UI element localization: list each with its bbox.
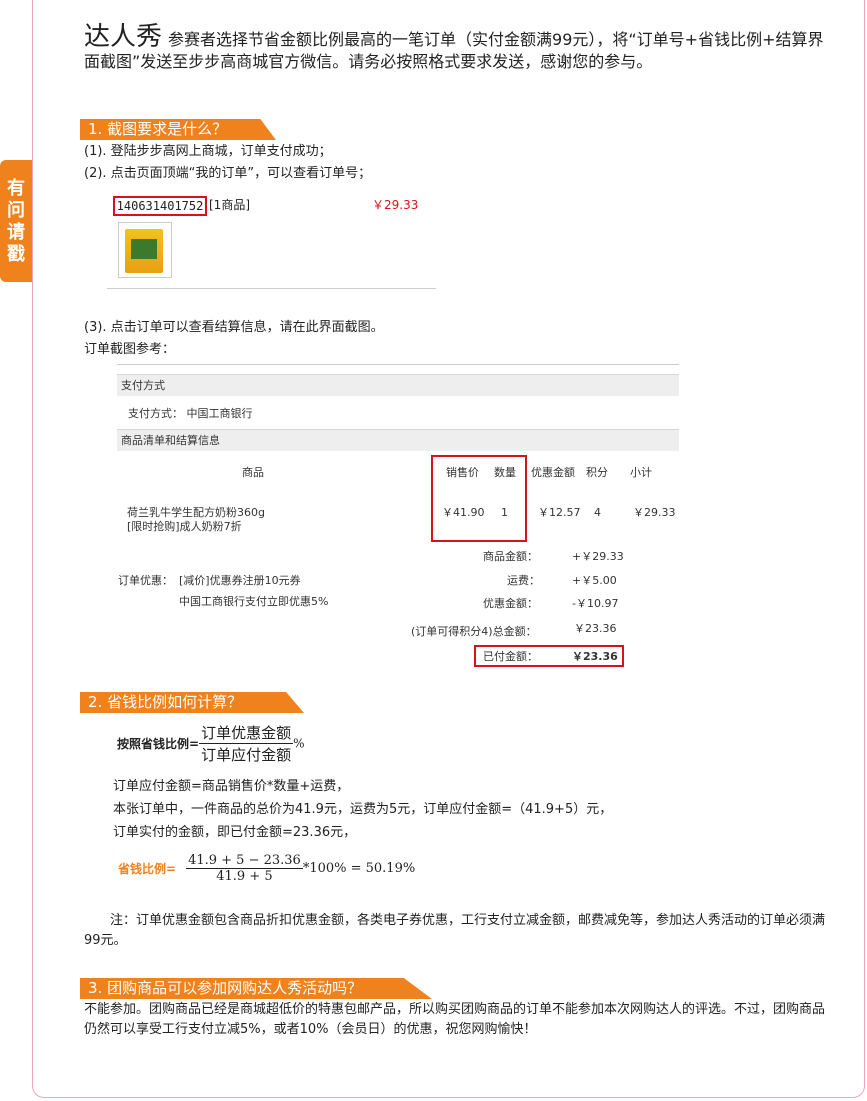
help-side-tab[interactable]: 有 问 请 戳: [0, 160, 32, 282]
formula-example: 省钱比例= 41.9 + 5 − 23.36 41.9 + 5 *100% = 50.…: [118, 853, 415, 884]
order-item-count: [1商品]: [209, 198, 250, 212]
formula-ratio-suffix: %: [293, 736, 305, 751]
col-points: 积分: [586, 466, 608, 479]
formula-ratio-numerator: 订单优惠金额: [199, 724, 294, 744]
side-tab-char: 问: [7, 200, 25, 221]
row-points: 4: [594, 506, 601, 519]
pay-method-header: 支付方式: [117, 374, 679, 396]
sum-total-label: (订单可得积分4)总金额：: [411, 625, 537, 638]
pay-method-value: 支付方式： 中国工商银行: [128, 407, 253, 420]
formula-ratio-denominator: 订单应付金额: [201, 746, 292, 764]
calc-line-2: 本张订单中，一件商品的总价为41.9元，运费为5元，订单应付金额=（41.9+5…: [113, 802, 613, 817]
intro-paragraph: 达人秀 参赛者选择节省金额比例最高的一笔订单（实付金额满99元），将“订单号+省钱…: [84, 24, 834, 73]
promo-coupon: [减价]优惠券注册10元券: [179, 574, 301, 587]
divider: [117, 364, 679, 365]
col-discount: 优惠金额: [531, 466, 575, 479]
calc-line-3: 订单实付的金额，即已付金额=23.36元，: [113, 825, 357, 840]
formula-example-label: 省钱比例=: [118, 862, 177, 876]
formula-ratio: 按照省钱比例= 订单优惠金额 订单应付金额%: [117, 722, 304, 765]
divider: [107, 288, 436, 289]
sum-total-value: ￥23.36: [574, 622, 617, 635]
side-tab-char: 请: [7, 222, 25, 243]
formula-example-result: *100% = 50.19%: [302, 861, 416, 876]
col-product: 商品: [242, 466, 264, 479]
side-tab-char: 戳: [7, 244, 25, 265]
goods-section-header: 商品清单和结算信息: [117, 429, 679, 451]
section-3-text: 不能参加。团购商品已经是商城超低价的特惠包邮产品，所以购买团购商品的订单不能参加…: [84, 1002, 826, 1037]
sum-discount-label: 优惠金额：: [483, 597, 538, 610]
section-2-banner: 2. 省钱比例如何计算？: [80, 692, 304, 713]
screenshot-ref-label: 订单截图参考：: [84, 342, 176, 357]
order-number-highlight: 140631401752: [113, 196, 207, 216]
product-thumbnail[interactable]: [118, 222, 172, 278]
formula-example-denominator: 41.9 + 5: [216, 869, 273, 884]
sum-goods-value: +￥29.33: [572, 550, 624, 563]
step-3-text: (3). 点击订单可以查看结算信息，请在此界面截图。: [84, 320, 384, 335]
intro-title: 达人秀: [84, 22, 163, 52]
calc-line-1: 订单应付金额=商品销售价*数量+运费，: [113, 779, 350, 794]
col-subtotal: 小计: [630, 466, 652, 479]
row-subtotal: ￥29.33: [633, 506, 676, 519]
sum-shipping-label: 运费：: [507, 574, 540, 587]
price-qty-highlight: [431, 455, 527, 542]
formula-example-numerator: 41.9 + 5 − 23.36: [186, 853, 303, 869]
paid-amount-highlight: [474, 645, 624, 667]
promo-label: 订单优惠：: [118, 574, 173, 587]
product-promo-tag: [限时抢购]成人奶粉7折: [127, 520, 242, 533]
step-1-text: (1). 登陆步步高网上商城，订单支付成功；: [84, 144, 332, 159]
section-3-banner: 3. 团购商品可以参加网购达人秀活动吗？: [80, 978, 432, 999]
intro-text: 参赛者选择节省金额比例最高的一笔订单（实付金额满99元），将“订单号+省钱比例+…: [84, 30, 824, 71]
order-amount: ￥29.33: [372, 198, 419, 212]
formula-ratio-label: 按照省钱比例=: [117, 737, 200, 751]
sum-shipping-value: +￥5.00: [572, 574, 617, 587]
step-2-text: (2). 点击页面顶端“我的订单”，可以查看订单号；: [84, 166, 372, 181]
promo-bank: 中国工商银行支付立即优惠5%: [179, 595, 329, 608]
side-tab-char: 有: [7, 178, 25, 199]
sum-goods-label: 商品金额：: [483, 550, 538, 563]
sum-discount-value: -￥10.97: [572, 597, 619, 610]
section-1-banner: 1. 截图要求是什么？: [80, 119, 276, 140]
row-discount: ￥12.57: [538, 506, 581, 519]
note-paragraph: 注：订单优惠金额包含商品折扣优惠金额，各类电子券优惠，工行支付立减金额，邮费减免…: [84, 913, 826, 948]
